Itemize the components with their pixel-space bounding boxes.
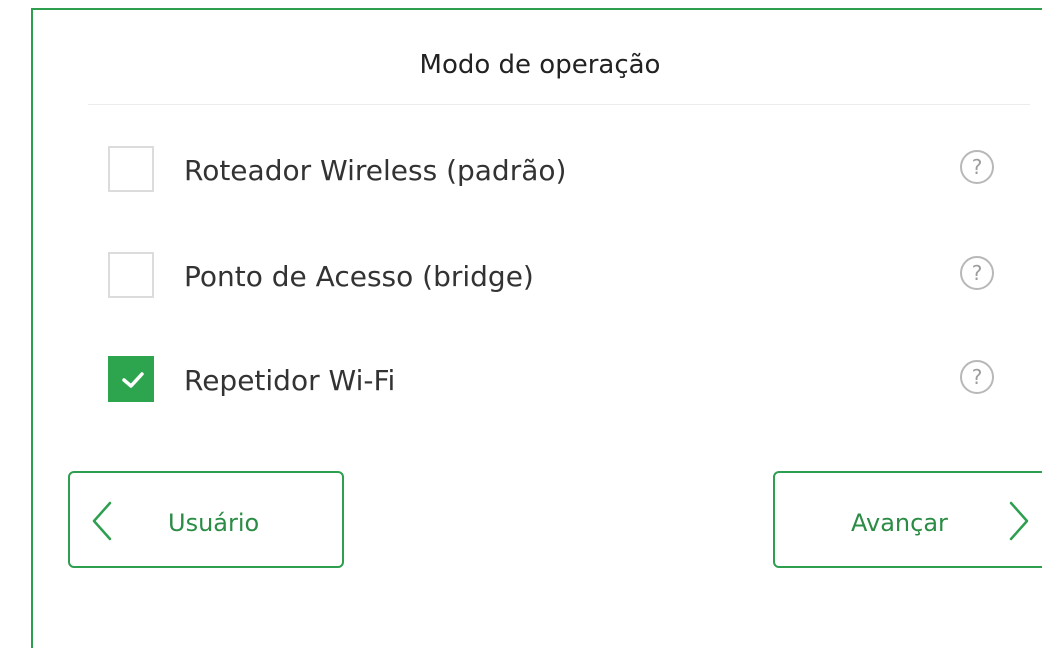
option-roteador-wireless[interactable]: Roteador Wireless (padrão) ? <box>108 146 1028 194</box>
chevron-right-icon <box>1009 501 1029 541</box>
checkbox-roteador-wireless[interactable] <box>108 146 154 192</box>
page-title: Modo de operação <box>419 50 661 80</box>
next-button[interactable]: Avançar <box>773 471 1042 568</box>
option-ponto-de-acesso[interactable]: Ponto de Acesso (bridge) ? <box>108 252 1028 300</box>
title-divider <box>88 104 1030 105</box>
option-label: Ponto de Acesso (bridge) <box>184 260 534 293</box>
chevron-left-icon <box>92 501 112 541</box>
question-circle-icon[interactable]: ? <box>960 256 994 290</box>
option-repetidor-wifi[interactable]: Repetidor Wi-Fi ? <box>108 356 1028 404</box>
option-label: Roteador Wireless (padrão) <box>184 154 567 187</box>
option-label: Repetidor Wi-Fi <box>184 364 396 397</box>
next-button-label: Avançar <box>851 509 948 537</box>
question-circle-icon[interactable]: ? <box>960 150 994 184</box>
checkmark-icon <box>122 372 144 388</box>
back-button[interactable]: Usuário <box>68 471 344 568</box>
checkbox-ponto-de-acesso[interactable] <box>108 252 154 298</box>
back-button-label: Usuário <box>168 509 260 537</box>
checkbox-repetidor-wifi[interactable] <box>108 356 154 402</box>
question-circle-icon[interactable]: ? <box>960 360 994 394</box>
